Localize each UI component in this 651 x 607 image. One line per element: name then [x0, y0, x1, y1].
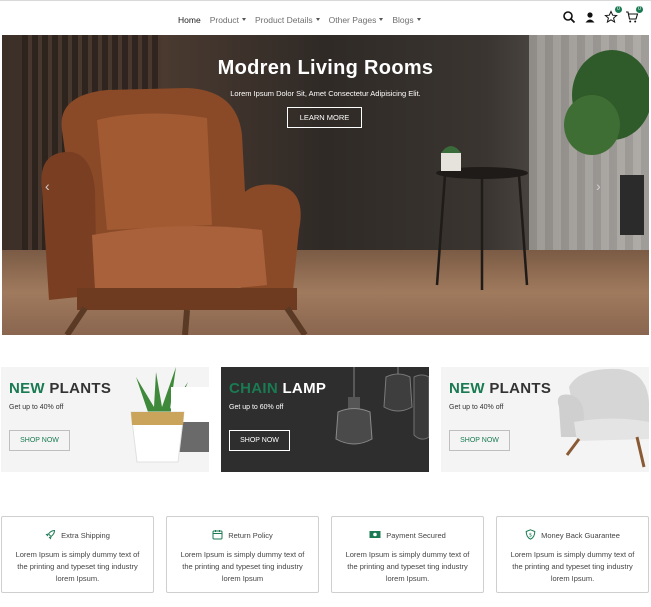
caret-down-icon: [241, 18, 246, 22]
potted-plant-image: [130, 367, 209, 463]
nav-links: Home Product Product Details Other Pages…: [178, 15, 430, 25]
feature-card-return: Return Policy Lorem Ipsum is simply dumm…: [166, 516, 319, 593]
search-icon[interactable]: [562, 10, 576, 24]
caret-down-icon: [379, 18, 384, 22]
promo-title: NEW PLANTS: [449, 380, 552, 397]
user-icon[interactable]: [583, 10, 597, 24]
caret-down-icon: [315, 18, 320, 22]
nav-other-pages[interactable]: Other Pages: [329, 15, 384, 25]
shop-now-button[interactable]: SHOP NOW: [9, 430, 70, 451]
nav-icons: 0 0: [562, 6, 643, 24]
top-navbar: Home Product Product Details Other Pages…: [0, 0, 651, 35]
svg-text:$: $: [529, 533, 532, 539]
promo-desc: Get up to 40% off: [449, 404, 504, 411]
cart-icon[interactable]: 0: [625, 6, 643, 24]
feature-desc: Lorem Ipsum is simply dummy text of the …: [345, 550, 470, 583]
nav-product-details[interactable]: Product Details: [255, 15, 320, 25]
calendar-icon: [212, 530, 223, 540]
shield-icon: $: [525, 529, 536, 540]
shop-now-button[interactable]: SHOP NOW: [229, 430, 290, 451]
hero-title: Modren Living Rooms: [217, 57, 434, 79]
feature-desc: Lorem Ipsum is simply dummy text of the …: [180, 550, 305, 583]
rocket-icon: [45, 529, 56, 540]
feature-title: Return Policy: [167, 529, 318, 540]
white-armchair-image: [557, 368, 649, 468]
promo-title: CHAIN LAMP: [229, 380, 327, 397]
cart-count-badge: 0: [636, 6, 643, 13]
feature-card-shipping: Extra Shipping Lorem Ipsum is simply dum…: [1, 516, 154, 593]
promo-card-plants-chair: NEW PLANTS Get up to 40% off SHOP NOW: [441, 367, 649, 472]
feature-card-money-back: $ Money Back Guarantee Lorem Ipsum is sim…: [496, 516, 649, 593]
promo-title: NEW PLANTS: [9, 380, 112, 397]
promo-desc: Get up to 40% off: [9, 404, 64, 411]
money-icon: [369, 531, 381, 538]
nav-blogs[interactable]: Blogs: [392, 15, 421, 25]
carousel-next-arrow[interactable]: ›: [596, 178, 601, 194]
side-table-image: [435, 146, 529, 290]
promo-desc: Get up to 60% off: [229, 404, 284, 411]
hero-banner: Modren Living Rooms Lorem Ipsum Dolor Si…: [2, 35, 649, 335]
learn-more-button[interactable]: LEARN MORE: [287, 107, 362, 128]
feature-title: Payment Secured: [332, 529, 483, 540]
wishlist-star-icon[interactable]: 0: [604, 6, 622, 24]
shop-now-button[interactable]: SHOP NOW: [449, 430, 510, 451]
feature-title: $ Money Back Guarantee: [497, 529, 648, 540]
wishlist-count-badge: 0: [615, 6, 622, 13]
hero-subtitle: Lorem Ipsum Dolor Sit, Amet Consectetur …: [230, 89, 421, 98]
promo-card-chain-lamp: CHAIN LAMP Get up to 60% off SHOP NOW: [221, 367, 429, 472]
feature-title: Extra Shipping: [2, 529, 153, 540]
pendant-lamp-image: [335, 367, 429, 445]
nav-product[interactable]: Product: [210, 15, 246, 25]
nav-home[interactable]: Home: [178, 15, 201, 25]
feature-card-payment: Payment Secured Lorem Ipsum is simply du…: [331, 516, 484, 593]
caret-down-icon: [416, 18, 421, 22]
promo-card-plants: NEW PLANTS Get up to 40% off SHOP NOW: [1, 367, 209, 472]
carousel-prev-arrow[interactable]: ‹: [45, 178, 50, 194]
feature-desc: Lorem Ipsum is simply dummy text of the …: [15, 550, 140, 583]
feature-desc: Lorem Ipsum is simply dummy text of the …: [510, 550, 635, 583]
